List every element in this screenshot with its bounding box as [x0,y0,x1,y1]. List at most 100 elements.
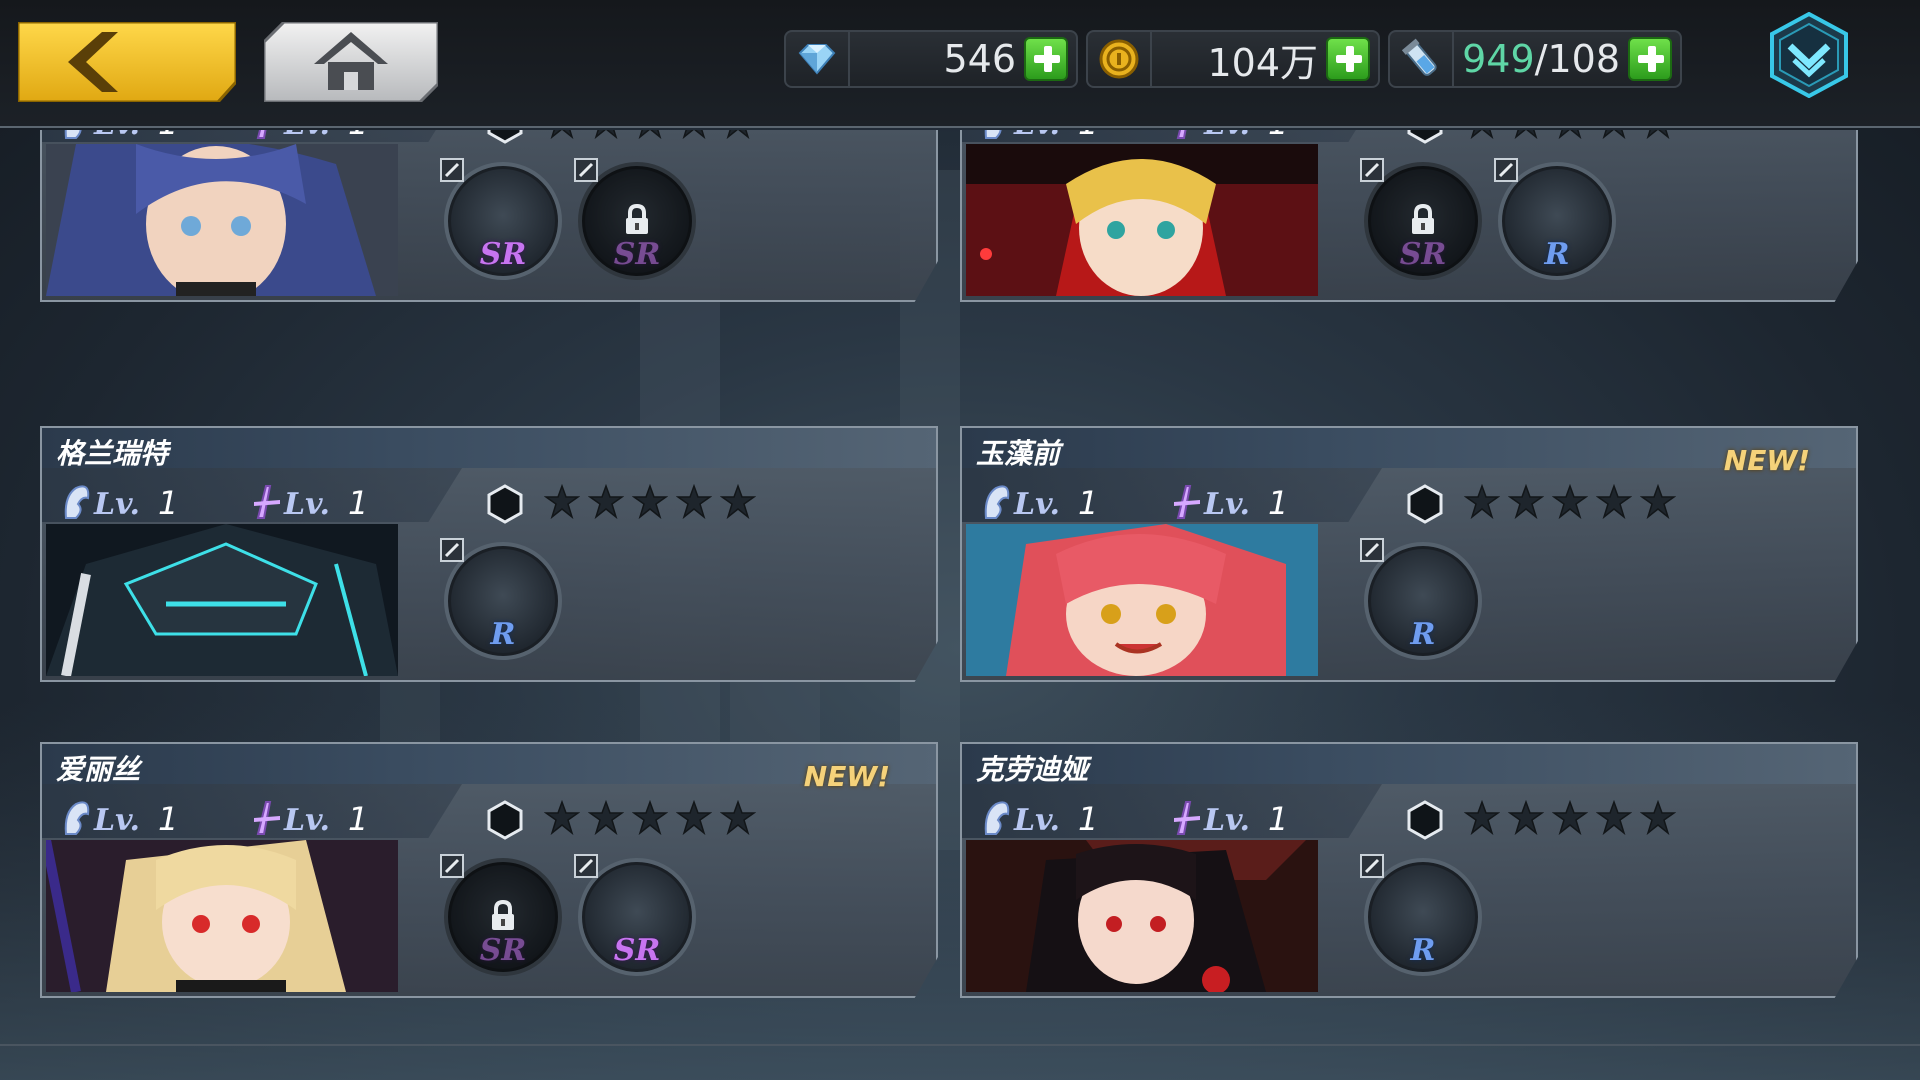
star-icon [1507,799,1545,840]
weapon-slot[interactable]: R [1494,158,1616,280]
skill-level: Lv. 1 [252,130,368,142]
character-card[interactable]: Lv. 1 Lv. 1 SR R [960,130,1858,302]
star-rating [544,130,756,144]
star-rating [1463,483,1677,524]
name-bar: 克劳迪娅 [962,744,1856,786]
character-portrait [966,524,1318,676]
character-card[interactable]: 玉藻前 NEW! Lv. 1 Lv. 1 R [960,426,1858,682]
skill-level-value: 1 [347,484,369,522]
star-icon [1463,799,1501,840]
name-bar: 爱丽丝 [42,744,936,786]
level-label: Lv. [1014,803,1060,838]
back-button[interactable] [16,20,238,104]
weapon-rarity: SR [613,237,661,272]
character-list[interactable]: Lv. 1 Lv. 1 SR SR Lv. 1 Lv. 1 SR R 格兰瑞特 Lv. 1 Lv.… [0,130,1920,1045]
skill-level-label: Lv. [284,487,330,522]
add-stamina-button[interactable] [1628,37,1672,81]
stamina-value: 949/108 [1454,37,1628,81]
star-icon [631,483,669,524]
weapon-slot[interactable]: SR [440,158,562,280]
skill-level: Lv. 1 [252,792,368,838]
star-icon [1640,130,1676,144]
star-rating [543,483,757,524]
star-icon [719,799,757,840]
skill-level-label: Lv. [1204,130,1250,142]
top-bar: 546 104万 949/108 [0,0,1920,128]
add-diamond-button[interactable] [1024,37,1068,81]
level-label: Lv. [94,130,140,142]
weapon-slot[interactable]: R [1360,538,1482,660]
level-value: 1 [1077,800,1099,838]
level-label: Lv. [94,487,140,522]
diamond-value: 546 [943,37,1016,81]
weapon-slot[interactable]: R [440,538,562,660]
character-portrait [46,524,398,676]
name-bar: 格兰瑞特 [42,428,936,470]
star-icon [1464,130,1500,144]
star-icon [675,799,713,840]
star-icon [675,483,713,524]
weapon-slot[interactable]: SR [574,158,696,280]
level-value: 1 [1077,484,1099,522]
star-icon [544,130,580,144]
character-card[interactable]: 格兰瑞特 Lv. 1 Lv. 1 R [40,426,938,682]
star-icon [1551,799,1589,840]
stamina-max: /108 [1534,37,1620,81]
home-button[interactable] [262,20,440,104]
character-portrait [46,840,398,992]
weapon-slot[interactable]: SR [1360,158,1482,280]
weapon-rarity: R [1410,933,1436,968]
star-icon [1507,483,1545,524]
name-bar: 玉藻前 [962,428,1856,470]
weapon-rarity: SR [613,933,661,968]
new-badge: NEW! [1723,444,1810,477]
character-level: Lv. 1 [62,130,178,142]
star-icon [1596,130,1632,144]
character-level: Lv. 1 [982,476,1098,522]
star-icon [1639,799,1677,840]
level-label: Lv. [1014,130,1060,142]
star-icon [587,799,625,840]
skill-level-value: 1 [1267,800,1289,838]
star-icon [1551,483,1589,524]
star-icon [1595,799,1633,840]
diamond-counter: 546 [784,30,1078,88]
diamond-icon [786,32,850,86]
weapon-slot[interactable]: SR [574,854,696,976]
stamina-counter: 949/108 [1388,30,1682,88]
weapon-rarity: SR [479,237,527,272]
character-card[interactable]: Lv. 1 Lv. 1 SR SR [40,130,938,302]
star-icon [1595,483,1633,524]
character-card[interactable]: 克劳迪娅 Lv. 1 Lv. 1 R [960,742,1858,998]
gold-value: 104万 [1207,40,1318,85]
skill-level-value: 1 [348,130,368,142]
weapon-slot[interactable]: R [1360,854,1482,976]
gold-counter: 104万 [1086,30,1380,88]
star-rating [1463,799,1677,840]
character-name: 玉藻前 [976,437,1061,470]
menu-button[interactable] [1768,11,1850,99]
skill-level: Lv. 1 [1172,130,1288,142]
skill-level-label: Lv. [284,130,330,142]
weapon-rarity: SR [1399,237,1447,272]
level-value: 1 [157,484,179,522]
add-gold-button[interactable] [1326,37,1370,81]
star-icon [1508,130,1544,144]
star-icon [631,799,669,840]
weapon-rarity: R [490,617,516,652]
star-icon [632,130,668,144]
skill-level-value: 1 [347,800,369,838]
character-card[interactable]: 爱丽丝 NEW! Lv. 1 Lv. 1 SR SR [40,742,938,998]
level-value: 1 [158,130,178,142]
level-label: Lv. [1014,487,1060,522]
character-name: 格兰瑞特 [56,437,169,470]
gold-coin-icon [1088,32,1152,86]
star-icon [720,130,756,144]
skill-level: Lv. 1 [252,476,368,522]
skill-level: Lv. 1 [1172,792,1288,838]
skill-level-label: Lv. [284,803,330,838]
new-badge: NEW! [803,760,890,793]
weapon-slot[interactable]: SR [440,854,562,976]
star-icon [1463,483,1501,524]
skill-level-value: 1 [1268,130,1288,142]
